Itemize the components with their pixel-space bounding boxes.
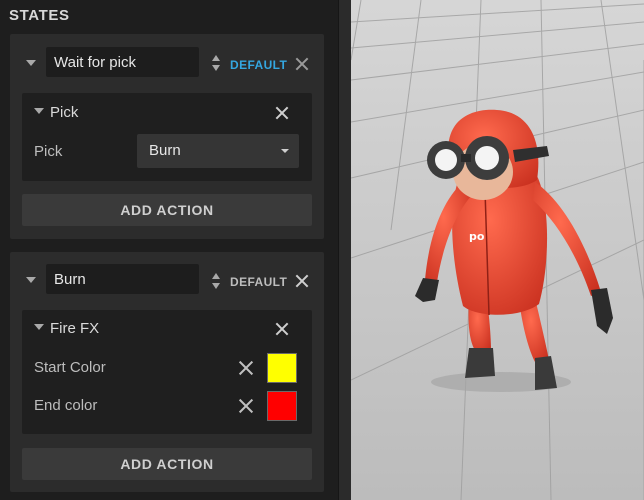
states-panel: STATES DEFAULT Pick Pick Burn ADD ACTION… xyxy=(0,0,338,500)
default-toggle[interactable]: DEFAULT xyxy=(230,275,287,289)
start-color-swatch[interactable] xyxy=(267,353,297,383)
collapse-caret-icon[interactable] xyxy=(26,60,36,66)
collapse-caret-icon[interactable] xyxy=(34,108,44,114)
default-toggle[interactable]: DEFAULT xyxy=(230,58,287,72)
state-name-input[interactable] xyxy=(46,47,199,77)
delete-state-icon[interactable] xyxy=(294,56,310,72)
viewport-scene: po xyxy=(351,0,644,500)
pick-target-select[interactable]: Burn xyxy=(137,134,299,168)
select-value: Burn xyxy=(149,142,181,159)
svg-text:po: po xyxy=(469,230,485,243)
section-title: STATES xyxy=(9,7,70,24)
start-color-label: Start Color xyxy=(34,359,106,376)
property-label: Pick xyxy=(34,143,63,160)
state-card-burn: DEFAULT Fire FX Start Color End color AD… xyxy=(10,252,324,492)
action-card-fire-fx: Fire FX Start Color End color xyxy=(22,310,312,434)
end-color-label: End color xyxy=(34,397,98,414)
collapse-caret-icon[interactable] xyxy=(34,324,44,330)
clear-end-color-icon[interactable] xyxy=(237,397,255,415)
add-action-button[interactable]: ADD ACTION xyxy=(22,448,312,480)
clear-start-color-icon[interactable] xyxy=(237,359,255,377)
collapse-caret-icon[interactable] xyxy=(26,277,36,283)
action-card-pick: Pick Pick Burn xyxy=(22,93,312,181)
add-action-button[interactable]: ADD ACTION xyxy=(22,194,312,226)
action-title: Pick xyxy=(50,104,79,121)
reorder-arrows-icon[interactable] xyxy=(212,55,222,71)
chevron-down-icon xyxy=(281,149,289,153)
state-name-input[interactable] xyxy=(46,264,199,294)
3d-viewport[interactable]: po xyxy=(351,0,644,500)
state-card-wait-for-pick: DEFAULT Pick Pick Burn ADD ACTION xyxy=(10,34,324,239)
delete-state-icon[interactable] xyxy=(294,273,310,289)
reorder-arrows-icon[interactable] xyxy=(212,273,222,289)
end-color-swatch[interactable] xyxy=(267,391,297,421)
remove-action-icon[interactable] xyxy=(274,105,290,121)
action-title: Fire FX xyxy=(50,320,100,337)
panel-scrollbar[interactable] xyxy=(338,0,351,500)
remove-action-icon[interactable] xyxy=(274,321,290,337)
